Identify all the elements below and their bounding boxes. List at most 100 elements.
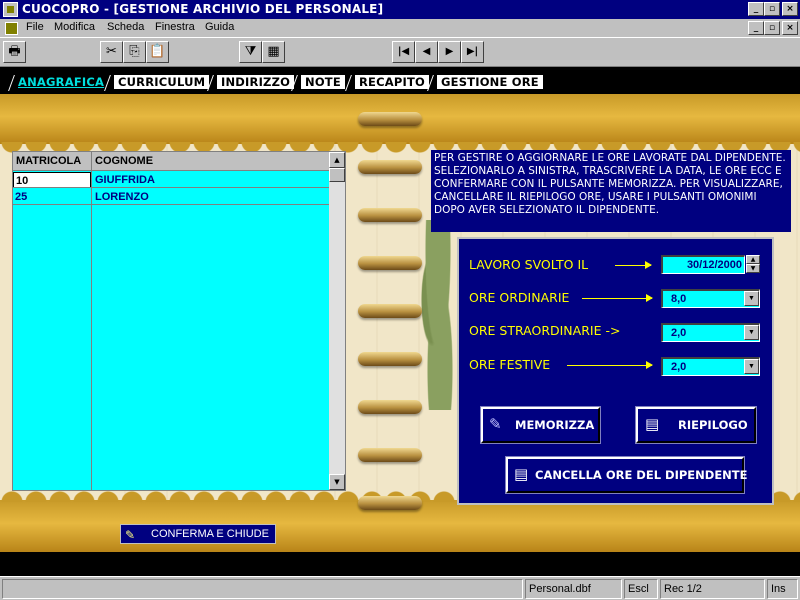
ore-straordinarie-select[interactable]: 2,0 ▼ (661, 323, 760, 342)
status-record: Rec 1/2 (660, 579, 765, 599)
minimize-button[interactable]: _ (748, 2, 764, 16)
scissors-icon[interactable]: ✂ (100, 41, 123, 63)
window-title: CUOCOPRO - [GESTIONE ARCHIVIO DEL PERSON… (22, 2, 384, 16)
row-divider (13, 187, 331, 188)
tab-recapito[interactable]: RECAPITO (355, 75, 429, 89)
app-icon[interactable] (3, 2, 18, 17)
tab-curriculum[interactable]: CURRICULUM (114, 75, 210, 89)
pencil-icon: ✎ (125, 528, 136, 542)
document-icon[interactable] (3, 20, 19, 35)
conferma-e-chiude-button[interactable]: ✎ CONFERMA E CHIUDE (120, 524, 276, 544)
mdi-close-button[interactable]: × (782, 21, 798, 35)
menu-modifica[interactable]: Modifica (54, 21, 95, 33)
cell-matricola[interactable]: 10 (13, 172, 91, 188)
scroll-down-icon[interactable]: ▼ (329, 474, 345, 490)
pencil-icon: ✎ (489, 415, 502, 433)
status-message (2, 579, 523, 599)
binder-ring (358, 496, 422, 510)
table-row[interactable]: 10 GIUFFRIDA (13, 172, 331, 188)
employee-grid[interactable]: MATRICOLA COGNOME 10 GIUFFRIDA 25 LORENZ… (12, 151, 346, 491)
status-bar: Personal.dbf Escl Rec 1/2 Ins (0, 576, 800, 600)
spiral-binder (352, 108, 428, 548)
first-record-button[interactable]: |◀ (392, 41, 415, 63)
table-row[interactable]: 25 LORENZO (13, 189, 331, 205)
toolbar: 🖶 ✂ ⎘ 📋 ⧩ ▦ |◀ ◀ ▶ ▶| (0, 37, 800, 67)
tab-indirizzo[interactable]: INDIRIZZO (217, 75, 295, 89)
ore-ordinarie-select[interactable]: 8,0 ▼ (661, 289, 760, 308)
filter-icon[interactable]: ⧩ (239, 41, 262, 63)
tab-strip: ANAGRAFICA CURRICULUM INDIRIZZO NOTE REC… (0, 67, 800, 94)
bottom-strip (0, 552, 800, 576)
document-icon: ▤ (645, 415, 660, 433)
title-bar: CUOCOPRO - [GESTIONE ARCHIVIO DEL PERSON… (0, 0, 800, 19)
ore-ordinarie-value: 8,0 (671, 293, 687, 305)
binder-ring (358, 352, 422, 366)
arrow-icon (567, 361, 653, 369)
riepilogo-button[interactable]: ▤ RIEPILOGO (635, 406, 757, 444)
scroll-thumb[interactable] (329, 168, 345, 182)
ore-festive-label: ORE FESTIVE (469, 357, 551, 372)
ore-festive-select[interactable]: 2,0 ▼ (661, 357, 760, 376)
status-ins: Ins (767, 579, 798, 599)
chevron-down-icon[interactable]: ▼ (744, 359, 759, 374)
memorizza-label: MEMORIZZA (515, 418, 595, 432)
menu-file[interactable]: File (26, 21, 44, 33)
scroll-up-icon[interactable]: ▲ (329, 152, 345, 168)
conferma-label: CONFERMA E CHIUDE (151, 528, 269, 540)
ore-festive-value: 2,0 (671, 361, 687, 373)
binder-ring (358, 256, 422, 270)
date-spinner[interactable]: ▲ ▼ (746, 255, 760, 274)
grid-add-icon[interactable]: ▦ (262, 41, 285, 63)
status-file: Personal.dbf (525, 579, 622, 599)
last-record-button[interactable]: ▶| (461, 41, 484, 63)
column-header-matricola[interactable]: MATRICOLA (13, 152, 92, 171)
binder-ring (358, 304, 422, 318)
printer-icon[interactable]: 🖶 (3, 41, 26, 63)
cancella-ore-button[interactable]: ▤ CANCELLA ORE DEL DIPENDENTE (505, 456, 748, 494)
mdi-minimize-button[interactable]: _ (748, 21, 764, 35)
ore-ordinarie-label: ORE ORDINARIE (469, 290, 570, 305)
lavoro-svolto-label: LAVORO SVOLTO IL (469, 257, 589, 272)
tab-gestione-ore[interactable]: GESTIONE ORE (437, 75, 543, 89)
arrow-icon (615, 261, 652, 269)
mdi-restore-button[interactable]: ▫ (764, 21, 780, 35)
chevron-down-icon[interactable]: ▼ (744, 291, 759, 306)
paste-icon[interactable]: 📋 (146, 41, 169, 63)
column-divider (91, 171, 92, 491)
cancella-ore-label: CANCELLA ORE DEL DIPENDENTE (535, 468, 748, 482)
spin-up-icon[interactable]: ▲ (746, 255, 760, 264)
spin-down-icon[interactable]: ▼ (746, 264, 760, 273)
instructions-text: PER GESTIRE O AGGIORNARE LE ORE LAVORATE… (431, 150, 791, 232)
cell-cognome[interactable]: LORENZO (93, 189, 329, 205)
menu-guida[interactable]: Guida (205, 21, 234, 33)
binder-ring (358, 448, 422, 462)
menu-bar: File Modifica Scheda Finestra Guida _ ▫ … (0, 19, 800, 37)
previous-record-button[interactable]: ◀ (415, 41, 438, 63)
tab-note[interactable]: NOTE (301, 75, 345, 89)
binder-ring (358, 160, 422, 174)
hours-form-panel: LAVORO SVOLTO IL 30/12/2000 ▲ ▼ ORE ORDI… (457, 237, 774, 505)
ore-straordinarie-label: ORE STRAORDINARIE -> (469, 323, 621, 338)
next-record-button[interactable]: ▶ (438, 41, 461, 63)
vertical-scrollbar[interactable]: ▲ ▼ (329, 152, 345, 490)
arrow-icon (582, 294, 653, 302)
menu-scheda[interactable]: Scheda (107, 21, 144, 33)
copy-icon[interactable]: ⎘ (123, 41, 146, 63)
lavoro-date-field[interactable]: 30/12/2000 (661, 255, 745, 274)
close-button[interactable]: × (782, 2, 798, 16)
row-divider (13, 204, 331, 205)
status-mode: Escl (624, 579, 658, 599)
cell-cognome[interactable]: GIUFFRIDA (93, 172, 329, 188)
maximize-button[interactable]: ▫ (764, 2, 780, 16)
chevron-down-icon[interactable]: ▼ (744, 325, 759, 340)
menu-finestra[interactable]: Finestra (155, 21, 195, 33)
tab-anagrafica[interactable]: ANAGRAFICA (18, 75, 104, 93)
binder-ring (358, 400, 422, 414)
column-header-cognome[interactable]: COGNOME (92, 152, 331, 171)
binder-ring (358, 208, 422, 222)
ore-straordinarie-value: 2,0 (671, 327, 687, 339)
cell-matricola[interactable]: 25 (13, 189, 91, 205)
riepilogo-label: RIEPILOGO (678, 418, 748, 432)
memorizza-button[interactable]: ✎ MEMORIZZA (480, 406, 601, 444)
binder-ring (358, 112, 422, 126)
